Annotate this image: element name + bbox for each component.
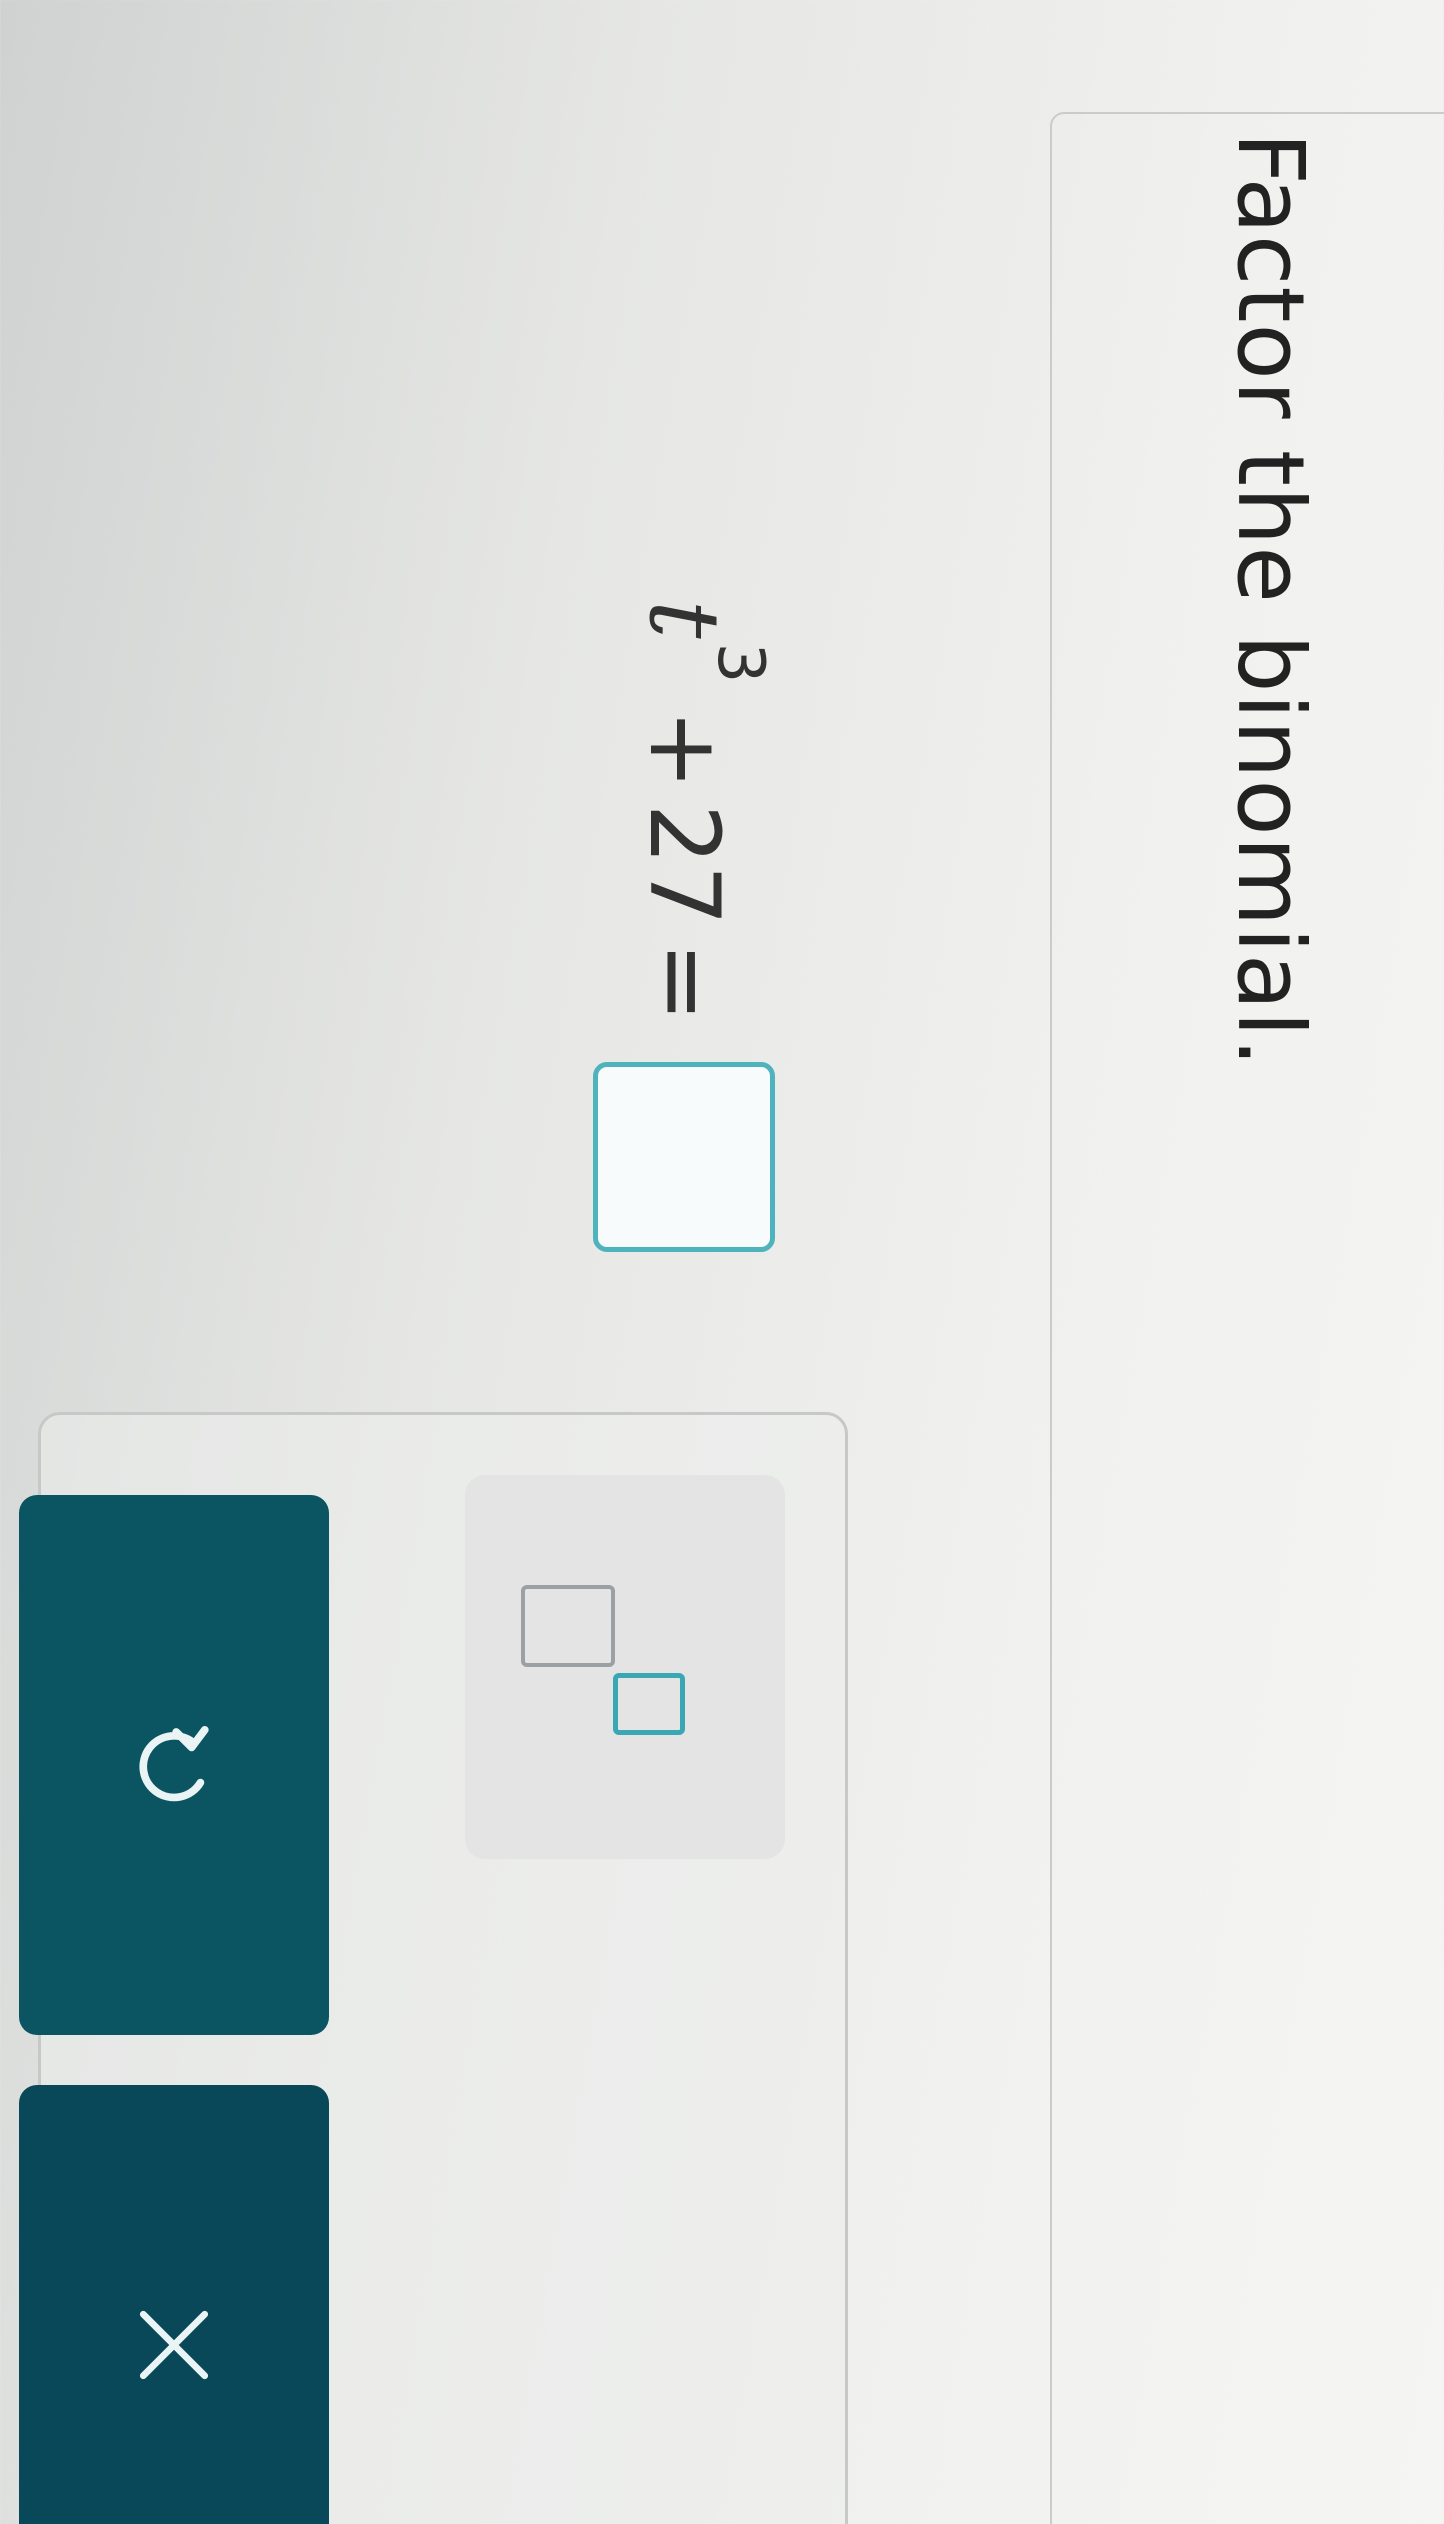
equation-exponent: 3 [703,642,777,684]
equation-constant: 27 [628,803,740,926]
answer-input[interactable] [593,1062,775,1253]
equation-variable: t [628,600,740,639]
undo-icon [139,1725,209,1802]
clear-button[interactable] [19,2085,329,2524]
question-prompt: Factor the binomial. [1217,132,1324,1069]
equation: t 3 + 27 = [584,600,784,1253]
superscript-template-icon [521,1585,615,1667]
superscript-template-power-icon [613,1673,685,1735]
screen: Factor the binomial. t 3 + 27 = [0,0,1444,2524]
close-icon [139,2310,209,2380]
math-keypad [19,1412,848,2524]
equation-operator: + [628,709,740,790]
undo-button[interactable] [19,1495,329,2035]
equation-equals: = [628,941,740,1023]
exponent-key[interactable] [465,1475,785,1859]
